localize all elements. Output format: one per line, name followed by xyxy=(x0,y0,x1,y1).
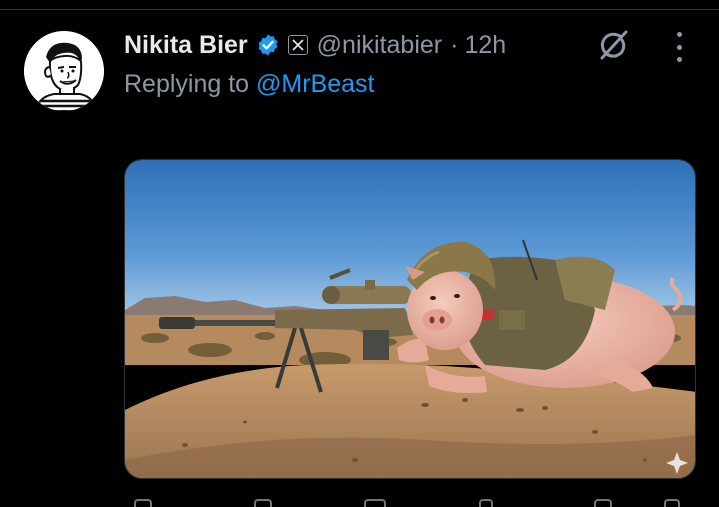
reply-mention-link[interactable]: @MrBeast xyxy=(256,70,374,98)
reply-context: Replying to @MrBeast xyxy=(124,70,375,99)
author-handle[interactable]: @nikitabier xyxy=(317,31,442,60)
reply-icon[interactable] xyxy=(134,499,152,507)
separator-dot: · xyxy=(450,30,459,59)
views-icon[interactable] xyxy=(479,499,493,507)
share-icon[interactable] xyxy=(664,499,680,507)
tweet-media-image[interactable] xyxy=(124,159,696,479)
x-logo-icon[interactable] xyxy=(287,35,308,55)
verified-badge-icon[interactable] xyxy=(256,33,280,57)
tweet-timestamp[interactable]: 12h xyxy=(464,31,506,60)
top-divider xyxy=(0,9,719,10)
pig-sniper-image xyxy=(125,160,695,478)
grok-icon[interactable] xyxy=(596,28,630,62)
more-options-icon[interactable] xyxy=(668,32,690,62)
like-icon[interactable] xyxy=(364,499,386,507)
avatar[interactable] xyxy=(24,31,104,111)
tweet-action-bar xyxy=(124,494,696,507)
more-dot-icon xyxy=(676,44,682,50)
cartoon-avatar-icon xyxy=(24,31,104,111)
tweet-header: Nikita Bier @nikitabier · 12h xyxy=(124,28,506,62)
more-dot-icon xyxy=(676,32,682,37)
bookmark-icon[interactable] xyxy=(594,499,612,507)
retweet-icon[interactable] xyxy=(254,499,272,507)
more-dot-icon xyxy=(676,57,682,62)
author-name[interactable]: Nikita Bier xyxy=(124,31,248,60)
reply-prefix: Replying to xyxy=(124,70,250,98)
